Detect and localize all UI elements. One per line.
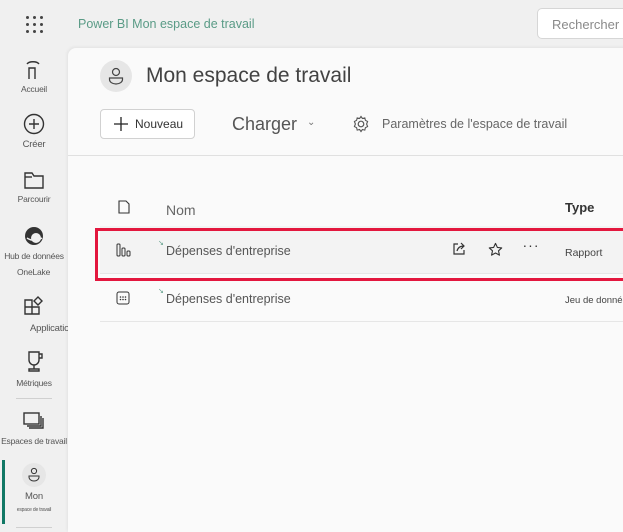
sidebar-item-label: Créer (22, 139, 46, 150)
sidebar-item-onelake[interactable]: Hub de données OneLake (0, 225, 68, 277)
sidebar-item-label: Métriques (16, 378, 52, 388)
favorite-button[interactable] (486, 240, 504, 258)
sidebar-item-workspaces[interactable]: Espaces de travail (0, 410, 68, 446)
shortcut-icon: ↘ (158, 288, 164, 295)
trophy-icon (28, 351, 43, 372)
share-button[interactable] (450, 240, 468, 258)
person-icon (22, 463, 46, 487)
new-button[interactable]: Nouveau (100, 109, 195, 139)
sidebar-item-apps[interactable]: Applications (0, 295, 79, 334)
table-row[interactable]: ↘ Dépenses d'entreprise ··· Rapport (100, 226, 623, 274)
table-row[interactable]: ↘ Dépenses d'entreprise Jeu de données (100, 274, 623, 322)
top-bar: Power BI Mon espace de travail Recherche… (0, 0, 623, 48)
gear-icon (353, 115, 369, 133)
sidebar-item-home[interactable]: Accueil (0, 58, 68, 94)
upload-button-label: Charger (232, 114, 298, 134)
item-type: Rapport (565, 247, 603, 259)
share-icon (453, 242, 465, 255)
sidebar-divider (16, 398, 52, 399)
item-name-link[interactable]: Dépenses d'entreprise (166, 292, 291, 306)
item-type: Jeu de données (565, 295, 623, 306)
page-title: Mon espace de travail (146, 64, 352, 87)
sidebar-item-label-2: OneLake (17, 267, 51, 277)
column-header-name[interactable]: Nom (166, 202, 196, 218)
content-table: Nom Type ↘ Dépenses d'entreprise ··· Rap… (100, 188, 623, 322)
sidebar-divider (16, 527, 52, 528)
app-launcher-icon[interactable] (24, 14, 44, 34)
sidebar-item-label: Hub de données (4, 251, 64, 261)
toolbar-divider (68, 155, 623, 156)
folder-icon (24, 172, 44, 189)
sidebar-item-my-workspace[interactable]: Mon espace de travail (0, 463, 68, 513)
app-title[interactable]: Power BI Mon espace de travail (78, 17, 254, 31)
new-button-label: Nouveau (135, 117, 184, 131)
workspaces-icon (23, 412, 44, 429)
sidebar-item-metrics[interactable]: Métriques (0, 350, 68, 388)
more-options-icon[interactable]: ··· (522, 236, 540, 254)
plus-icon (114, 117, 128, 131)
search-input[interactable]: Rechercher (537, 8, 623, 39)
star-icon (488, 242, 502, 256)
sidebar-item-create[interactable]: Créer (0, 113, 68, 150)
row-actions: ··· (450, 237, 540, 258)
sidebar-item-label: Parcourir (17, 194, 51, 204)
sidebar-item-label-2: espace de travail (16, 507, 52, 513)
file-type-icon (118, 200, 130, 214)
home-icon (26, 61, 40, 79)
item-name-link[interactable]: Dépenses d'entreprise (166, 244, 291, 258)
shortcut-icon: ↘ (158, 240, 164, 247)
workspace-avatar (100, 60, 132, 92)
sidebar-item-label: Espaces de travail (1, 436, 67, 446)
workspace-settings-button[interactable]: Paramètres de l'espace de travail (352, 115, 567, 133)
sidebar-item-label: Mon (25, 491, 43, 502)
plus-circle-icon (23, 113, 45, 135)
table-header: Nom Type (100, 188, 623, 226)
sidebar-item-label: Applications (30, 323, 79, 334)
apps-icon (24, 296, 43, 315)
workspace-panel: Mon espace de travail Nouveau Charger ⌄ … (68, 48, 623, 532)
report-icon (116, 243, 131, 257)
settings-label: Paramètres de l'espace de travail (382, 117, 568, 131)
sidebar-item-label: Accueil (20, 84, 47, 94)
chevron-down-icon: ⌄ (307, 117, 316, 128)
column-header-type[interactable]: Type (565, 200, 594, 215)
onelake-icon (25, 227, 43, 245)
person-icon (108, 67, 124, 85)
upload-button[interactable]: Charger ⌄ (232, 114, 315, 135)
dataset-icon (116, 291, 130, 305)
sidebar: Accueil Créer Parcourir Hub de données O… (0, 48, 79, 532)
sidebar-item-browse[interactable]: Parcourir (0, 170, 68, 204)
